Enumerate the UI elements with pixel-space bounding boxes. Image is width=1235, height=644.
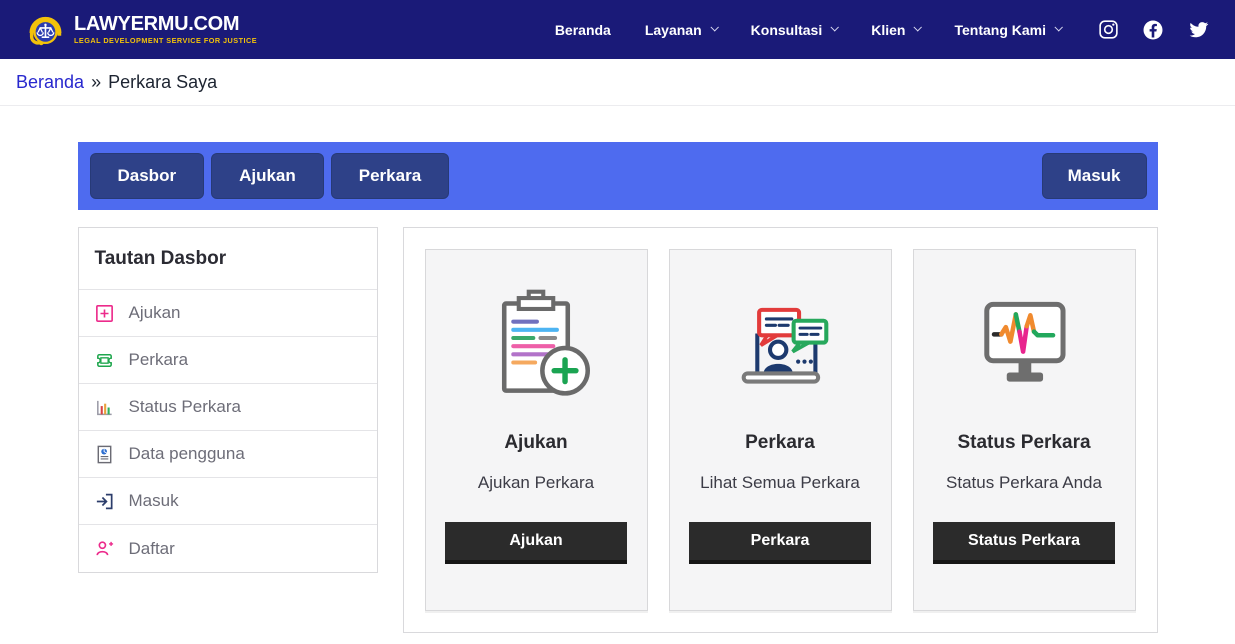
twitter-icon[interactable]	[1188, 21, 1209, 39]
ajukan-button[interactable]: Ajukan	[211, 153, 324, 199]
card-title: Status Perkara	[957, 432, 1090, 454]
sidebar-item-daftar[interactable]: Daftar	[79, 525, 377, 572]
card-ajukan: Ajukan Ajukan Perkara Ajukan	[425, 249, 648, 611]
chevron-down-icon	[710, 23, 718, 31]
breadcrumb-current: Perkara Saya	[108, 72, 217, 93]
sidebar-item-data-pengguna[interactable]: Data pengguna	[79, 431, 377, 478]
sidebar-item-ajukan[interactable]: Ajukan	[79, 290, 377, 337]
bar-chart-icon	[94, 397, 115, 418]
dashboard-sidebar: Tautan Dasbor Ajukan Perkara	[78, 227, 378, 573]
site-header: LAWYERMU.COM LEGAL DEVELOPMENT SERVICE F…	[0, 0, 1235, 59]
sidebar-item-label: Daftar	[129, 539, 175, 559]
sidebar-item-status-perkara[interactable]: Status Perkara	[79, 384, 377, 431]
breadcrumb-separator: »	[91, 72, 101, 93]
sidebar-title: Tautan Dasbor	[79, 228, 377, 290]
sidebar-item-perkara[interactable]: Perkara	[79, 337, 377, 384]
sidebar-item-masuk[interactable]: Masuk	[79, 478, 377, 525]
sidebar-item-label: Status Perkara	[129, 397, 241, 417]
chevron-down-icon	[914, 23, 922, 31]
facebook-icon[interactable]	[1143, 20, 1163, 40]
user-data-icon	[94, 444, 115, 465]
card-subtitle: Ajukan Perkara	[478, 473, 594, 493]
card-status-perkara: Status Perkara Status Perkara Anda Statu…	[913, 249, 1136, 611]
dashboard-toolbar: Dasbor Ajukan Perkara Masuk	[78, 142, 1158, 210]
perkara-button[interactable]: Perkara	[331, 153, 449, 199]
nav-item-klien[interactable]: Klien	[871, 22, 920, 38]
nav-item-konsultasi[interactable]: Konsultasi	[751, 22, 838, 38]
instagram-icon[interactable]	[1099, 20, 1118, 39]
logo-title: LAWYERMU.COM	[74, 14, 257, 34]
sidebar-item-label: Data pengguna	[129, 444, 245, 464]
register-icon	[94, 538, 115, 559]
ticket-icon	[94, 350, 115, 371]
breadcrumb-home-link[interactable]: Beranda	[16, 72, 84, 93]
card-title: Perkara	[745, 432, 815, 454]
site-logo[interactable]: LAWYERMU.COM LEGAL DEVELOPMENT SERVICE F…	[24, 9, 257, 51]
nav-item-beranda[interactable]: Beranda	[555, 22, 611, 38]
dashboard-cards-panel: Ajukan Ajukan Perkara Ajukan	[403, 227, 1158, 633]
login-icon	[94, 491, 115, 512]
main-nav: Beranda Layanan Konsultasi Klien Tentang…	[555, 22, 1061, 38]
card-title: Ajukan	[504, 432, 567, 454]
logo-tagline: LEGAL DEVELOPMENT SERVICE FOR JUSTICE	[74, 37, 257, 44]
breadcrumb: Beranda » Perkara Saya	[0, 59, 1235, 106]
card-subtitle: Lihat Semua Perkara	[700, 473, 860, 493]
add-square-icon	[94, 303, 115, 324]
clipboard-add-icon	[477, 282, 595, 404]
social-links	[1099, 20, 1209, 40]
card-perkara-button[interactable]: Perkara	[689, 522, 871, 564]
lawyermu-logo-icon	[24, 9, 66, 51]
nav-item-tentang-kami[interactable]: Tentang Kami	[954, 22, 1061, 38]
card-ajukan-button[interactable]: Ajukan	[445, 522, 627, 564]
dasbor-button[interactable]: Dasbor	[90, 153, 205, 199]
sidebar-item-label: Ajukan	[129, 303, 181, 323]
chevron-down-icon	[1054, 23, 1062, 31]
nav-item-layanan[interactable]: Layanan	[645, 22, 717, 38]
card-subtitle: Status Perkara Anda	[946, 473, 1102, 493]
masuk-button[interactable]: Masuk	[1042, 153, 1147, 199]
sidebar-item-label: Masuk	[129, 491, 179, 511]
card-perkara: Perkara Lihat Semua Perkara Perkara	[669, 249, 892, 611]
monitor-pulse-icon	[965, 282, 1083, 404]
laptop-chat-icon	[721, 282, 839, 404]
sidebar-item-label: Perkara	[129, 350, 189, 370]
card-status-perkara-button[interactable]: Status Perkara	[933, 522, 1115, 564]
chevron-down-icon	[831, 23, 839, 31]
